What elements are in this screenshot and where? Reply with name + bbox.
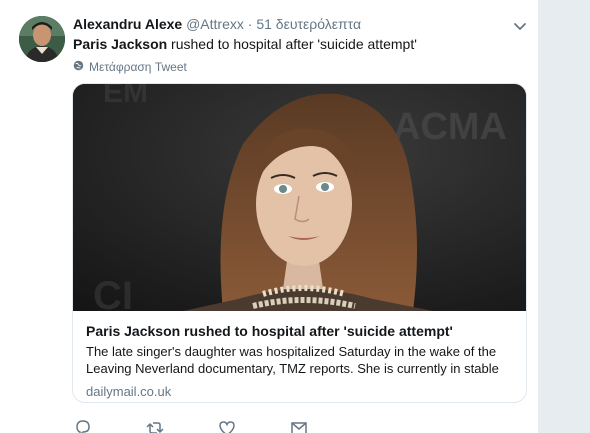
card-body: Paris Jackson rushed to hospital after '… xyxy=(73,312,526,400)
card-title: Paris Jackson rushed to hospital after '… xyxy=(86,323,453,339)
link-card[interactable]: ACMA EM CI Paris Jackson rushed to hospi… xyxy=(72,83,527,403)
svg-text:ACMA: ACMA xyxy=(393,106,507,148)
page-background xyxy=(538,0,590,433)
tweet-header: Alexandru Alexe @Attrexx · 51 δευτερόλεπ… xyxy=(73,15,361,33)
globe-icon xyxy=(73,59,84,75)
avatar[interactable] xyxy=(19,16,65,62)
svg-text:EM: EM xyxy=(103,84,148,109)
translate-label: Μετάφραση Tweet xyxy=(89,60,187,74)
tweet-text: Paris Jackson rushed to hospital after '… xyxy=(73,35,417,53)
translate-tweet-link[interactable]: Μετάφραση Tweet xyxy=(73,59,187,75)
separator-dot: · xyxy=(247,16,253,32)
heart-icon[interactable] xyxy=(217,418,237,433)
tweet-text-bold: Paris Jackson xyxy=(73,36,168,52)
tweet[interactable]: Alexandru Alexe @Attrexx · 51 δευτερόλεπ… xyxy=(0,0,538,433)
retweet-icon[interactable] xyxy=(145,418,165,433)
chevron-down-icon[interactable] xyxy=(511,17,529,35)
tweet-actions xyxy=(73,418,493,433)
user-handle[interactable]: @Attrexx xyxy=(186,16,244,32)
svg-text:CI: CI xyxy=(93,274,133,311)
card-description: The late singer's daughter was hospitali… xyxy=(86,344,499,376)
reply-icon[interactable] xyxy=(73,418,93,433)
user-fullname[interactable]: Alexandru Alexe xyxy=(73,16,182,32)
card-image: ACMA EM CI xyxy=(73,84,526,311)
envelope-icon[interactable] xyxy=(289,418,309,433)
card-domain: dailymail.co.uk xyxy=(86,384,172,399)
timestamp[interactable]: 51 δευτερόλεπτα xyxy=(256,16,361,32)
tweet-text-rest: rushed to hospital after 'suicide attemp… xyxy=(167,36,417,52)
